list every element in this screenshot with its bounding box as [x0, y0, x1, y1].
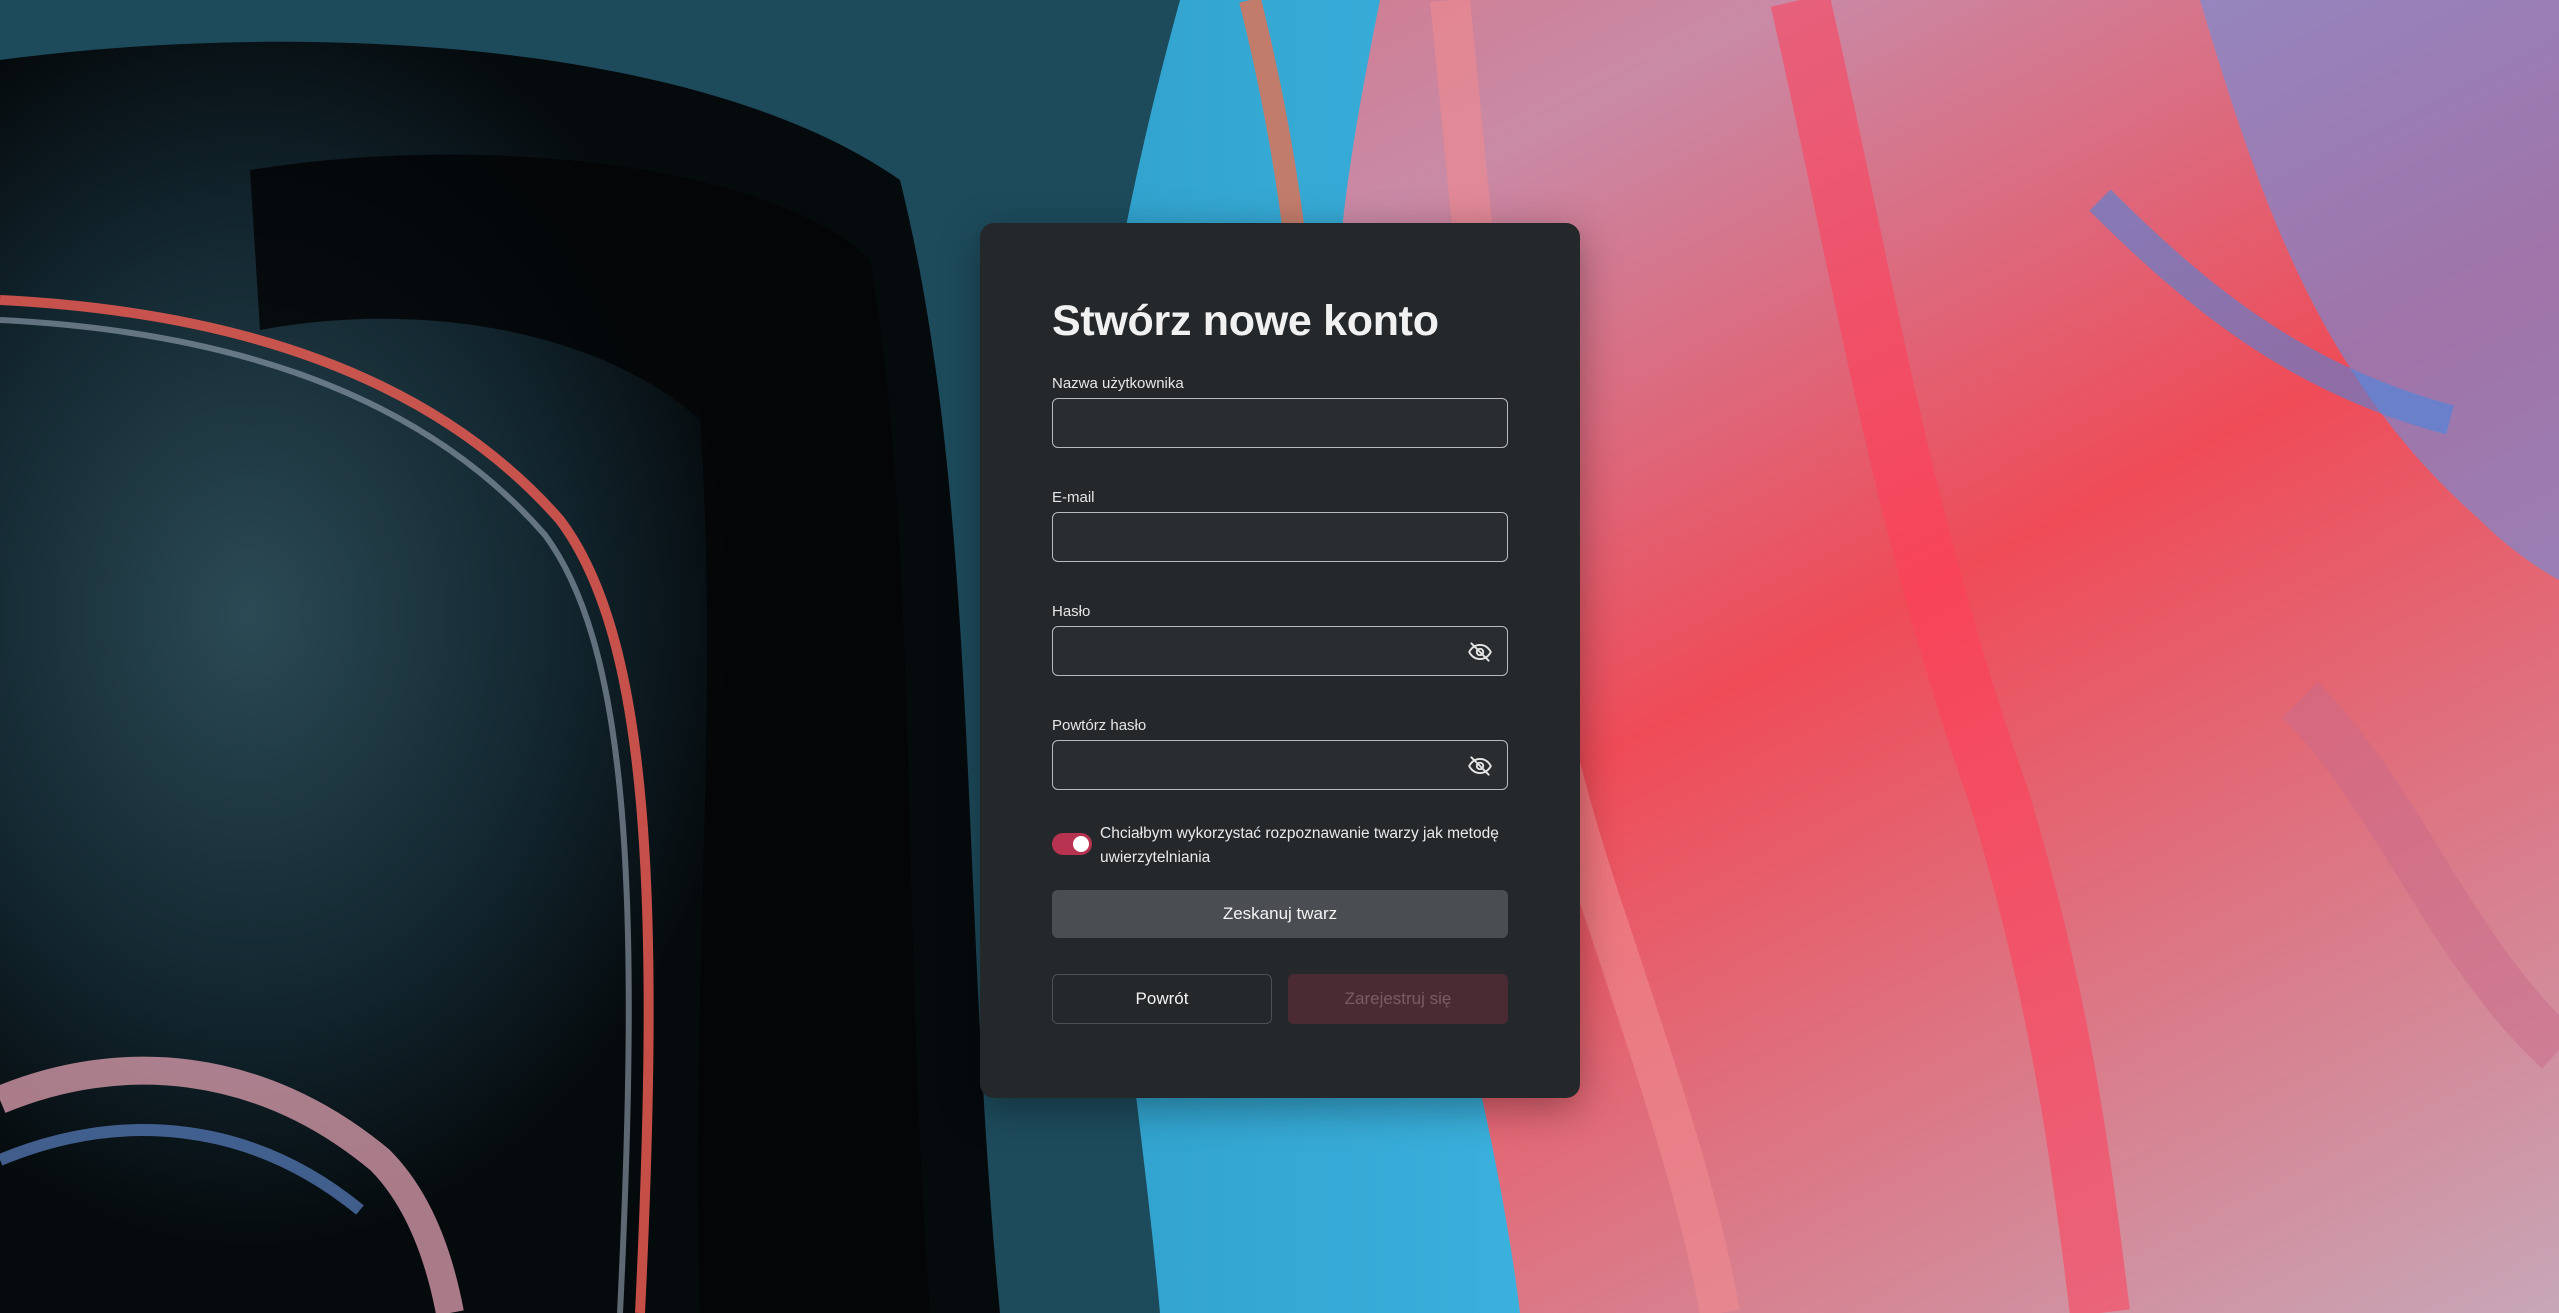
face-recognition-label: Chciałbym wykorzystać rozpoznawanie twar… — [1100, 825, 1499, 866]
password-input[interactable] — [1053, 627, 1507, 675]
register-card: Stwórz nowe konto Nazwa użytkownika E-ma… — [980, 223, 1580, 1098]
repeat-password-input[interactable] — [1053, 741, 1507, 789]
repeat-password-input-box[interactable] — [1052, 740, 1508, 790]
page-title: Stwórz nowe konto — [1052, 297, 1439, 345]
password-label: Hasło — [1052, 603, 1091, 620]
password-input-box[interactable] — [1052, 626, 1508, 676]
password-field-group: Hasło — [1052, 602, 1508, 676]
username-field-group: Nazwa użytkownika — [1052, 374, 1508, 448]
eye-off-icon[interactable] — [1467, 753, 1493, 779]
email-input-box[interactable] — [1052, 512, 1508, 562]
register-button[interactable]: Zarejestruj się — [1288, 974, 1508, 1024]
action-buttons: Powrót Zarejestruj się — [1052, 974, 1508, 1024]
email-field-group: E-mail — [1052, 488, 1508, 562]
email-input[interactable] — [1053, 513, 1507, 561]
username-input-box[interactable] — [1052, 398, 1508, 448]
scan-face-button[interactable]: Zeskanuj twarz — [1052, 890, 1508, 938]
email-label: E-mail — [1052, 489, 1095, 506]
repeat-password-label: Powtórz hasło — [1052, 717, 1147, 734]
back-button[interactable]: Powrót — [1052, 974, 1272, 1024]
repeat-password-field-group: Powtórz hasło — [1052, 716, 1508, 790]
eye-off-icon[interactable] — [1467, 639, 1493, 665]
face-recognition-toggle[interactable] — [1052, 833, 1092, 855]
username-label: Nazwa użytkownika — [1052, 375, 1184, 392]
username-input[interactable] — [1053, 399, 1507, 447]
toggle-knob — [1073, 836, 1089, 852]
face-recognition-toggle-row: Chciałbym wykorzystać rozpoznawanie twar… — [1052, 822, 1508, 870]
